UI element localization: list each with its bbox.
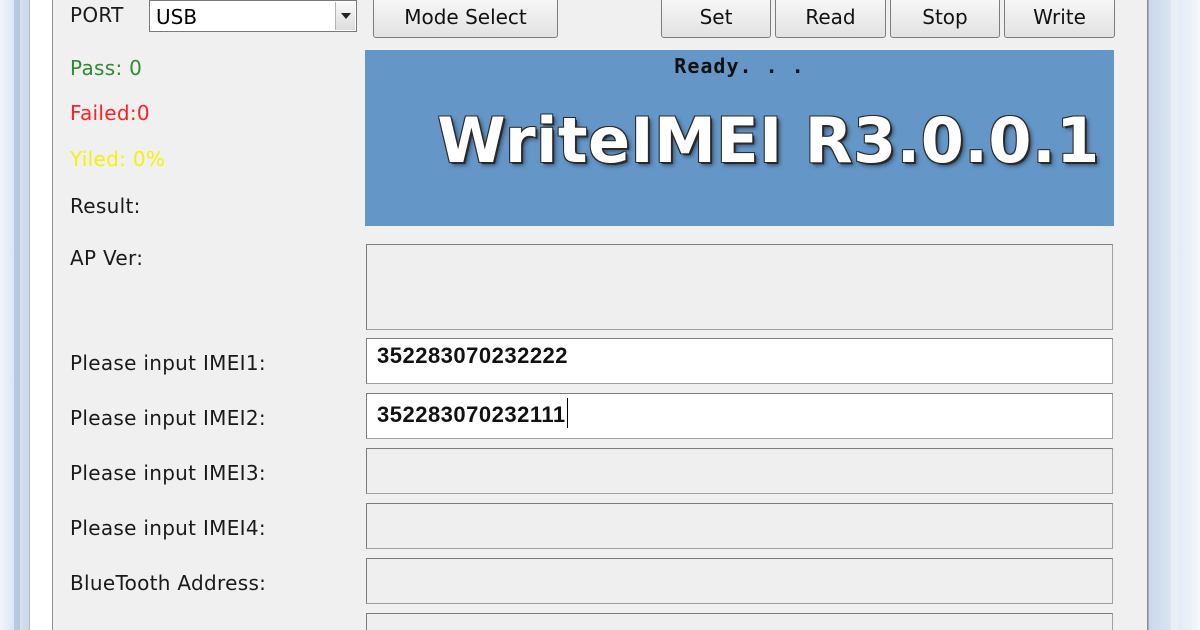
imei1-label: Please input IMEI1: (70, 351, 266, 375)
port-label: PORT (70, 3, 124, 27)
bluetooth-input[interactable] (366, 558, 1113, 604)
status-text: Ready. . . (674, 54, 805, 78)
imei3-input[interactable] (366, 448, 1113, 494)
failed-count: Failed:0 (70, 101, 150, 125)
imei2-value-wrap: 352283070232111 (377, 398, 568, 428)
ap-ver-label: AP Ver: (70, 246, 144, 270)
app-title: WriteIMEI R3.0.0.1 (437, 104, 1100, 177)
yield-percent: Yiled: 0% (70, 147, 166, 171)
chevron-down-icon[interactable] (335, 2, 355, 30)
text-caret (566, 398, 568, 428)
pass-count: Pass: 0 (70, 56, 143, 80)
next-input-partial[interactable] (366, 613, 1113, 630)
main-panel: PORT USB Mode Select Set Read Stop Write… (52, 0, 1148, 630)
imei4-label: Please input IMEI4: (70, 516, 266, 540)
result-label: Result: (70, 194, 141, 218)
mode-select-button[interactable]: Mode Select (373, 0, 558, 38)
window-frame-left (0, 0, 30, 630)
set-button[interactable]: Set (661, 0, 771, 38)
ap-ver-field[interactable] (366, 244, 1113, 330)
imei1-value: 352283070232222 (377, 343, 569, 368)
frame-edge (1171, 0, 1179, 630)
read-button[interactable]: Read (775, 0, 886, 38)
imei2-label: Please input IMEI2: (70, 406, 266, 430)
imei1-input[interactable]: 352283070232222 (366, 338, 1113, 384)
imei3-label: Please input IMEI3: (70, 461, 266, 485)
imei4-input[interactable] (366, 503, 1113, 549)
port-select[interactable]: USB (149, 0, 357, 32)
window-frame-right (1148, 0, 1200, 630)
stop-button[interactable]: Stop (890, 0, 1000, 38)
imei2-input[interactable]: 352283070232111 (366, 393, 1113, 439)
bluetooth-label: BlueTooth Address: (70, 571, 267, 595)
imei2-value: 352283070232111 (377, 402, 566, 427)
write-button[interactable]: Write (1004, 0, 1115, 38)
port-select-value: USB (156, 5, 198, 29)
frame-edge (14, 0, 20, 630)
status-banner: Ready. . . WriteIMEI R3.0.0.1 (365, 50, 1114, 226)
